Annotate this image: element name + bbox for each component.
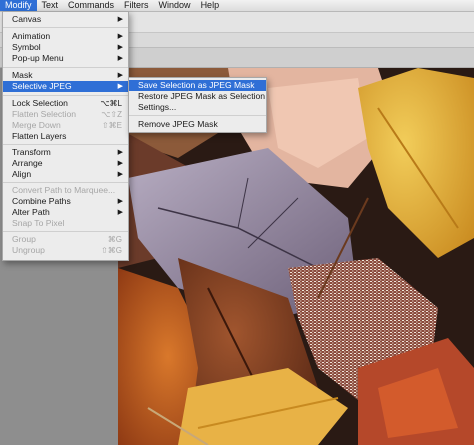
submenu-arrow-icon: ▶ xyxy=(117,149,123,156)
menu-item-label: Convert Path to Marquee... xyxy=(12,185,116,195)
menu-item-label: Snap To Pixel xyxy=(12,218,65,228)
submenu-arrow-icon: ▶ xyxy=(117,209,123,216)
menu-item-convert-path-to-marquee[interactable]: Convert Path to Marquee... xyxy=(3,185,128,196)
submenu-arrow-icon: ▶ xyxy=(117,16,123,23)
menu-item-alter-path[interactable]: Alter Path ▶ xyxy=(3,207,128,218)
menu-item-save-selection-as-jpeg-mask[interactable]: Save Selection as JPEG Mask xyxy=(129,80,266,91)
menu-item-label: Animation xyxy=(12,31,51,41)
menu-window[interactable]: Window xyxy=(154,0,196,11)
menu-item-label: Flatten Selection xyxy=(12,109,77,119)
menu-text[interactable]: Text xyxy=(37,0,64,11)
submenu-arrow-icon: ▶ xyxy=(117,160,123,167)
menu-separator xyxy=(3,231,128,232)
submenu-arrow-icon: ▶ xyxy=(117,55,123,62)
menu-item-label: Ungroup xyxy=(12,245,45,255)
menu-item-label: Mask xyxy=(12,70,33,80)
menu-item-selective-jpeg[interactable]: Selective JPEG ▶ xyxy=(3,81,128,92)
shortcut-label: ⌥⌘L xyxy=(100,99,122,108)
submenu-arrow-icon: ▶ xyxy=(117,198,123,205)
menu-item-popup-menu[interactable]: Pop-up Menu ▶ xyxy=(3,53,128,64)
menu-item-symbol[interactable]: Symbol ▶ xyxy=(3,42,128,53)
menu-item-label: Group xyxy=(12,234,36,244)
menu-item-label: Arrange xyxy=(12,158,43,168)
menu-separator xyxy=(3,95,128,96)
menu-item-label: Canvas xyxy=(12,14,42,24)
menu-filters[interactable]: Filters xyxy=(119,0,154,11)
menu-separator xyxy=(3,144,128,145)
menu-item-flatten-selection[interactable]: Flatten Selection ⌥⇧Z xyxy=(3,109,128,120)
menu-item-label: Combine Paths xyxy=(12,196,71,206)
menu-separator xyxy=(3,182,128,183)
menu-item-align[interactable]: Align ▶ xyxy=(3,169,128,180)
menu-item-group[interactable]: Group ⌘G xyxy=(3,234,128,245)
menu-item-label: Symbol xyxy=(12,42,41,52)
menu-item-label: Pop-up Menu xyxy=(12,53,64,63)
menu-item-label: Flatten Layers xyxy=(12,131,67,141)
menu-item-label: Lock Selection xyxy=(12,98,68,108)
submenu-arrow-icon: ▶ xyxy=(117,83,123,90)
menu-commands[interactable]: Commands xyxy=(63,0,119,11)
menu-separator xyxy=(3,67,128,68)
menu-item-canvas[interactable]: Canvas ▶ xyxy=(3,14,128,25)
menu-item-label: Save Selection as JPEG Mask xyxy=(138,80,255,90)
modify-menu: Canvas ▶ Animation ▶ Symbol ▶ Pop-up Menu ▶ … xyxy=(2,11,129,261)
submenu-arrow-icon: ▶ xyxy=(117,33,123,40)
menu-item-arrange[interactable]: Arrange ▶ xyxy=(3,158,128,169)
shortcut-label: ⇧⌘G xyxy=(101,246,122,255)
menu-item-label: Restore JPEG Mask as Selection xyxy=(138,91,266,101)
submenu-arrow-icon: ▶ xyxy=(117,171,123,178)
shortcut-label: ⇧⌘E xyxy=(101,121,122,130)
menu-item-animation[interactable]: Animation ▶ xyxy=(3,31,128,42)
menu-item-label: Merge Down xyxy=(12,120,61,130)
menu-item-flatten-layers[interactable]: Flatten Layers xyxy=(3,131,128,142)
menu-item-remove-jpeg-mask[interactable]: Remove JPEG Mask xyxy=(129,119,266,130)
menu-item-ungroup[interactable]: Ungroup ⇧⌘G xyxy=(3,245,128,256)
menu-item-transform[interactable]: Transform ▶ xyxy=(3,147,128,158)
menu-modify[interactable]: Modify xyxy=(0,0,37,11)
menu-item-label: Transform xyxy=(12,147,51,157)
menu-item-restore-jpeg-mask[interactable]: Restore JPEG Mask as Selection xyxy=(129,91,266,102)
menu-item-lock-selection[interactable]: Lock Selection ⌥⌘L xyxy=(3,98,128,109)
menu-item-label: Selective JPEG xyxy=(12,81,72,91)
menu-help[interactable]: Help xyxy=(196,0,225,11)
submenu-arrow-icon: ▶ xyxy=(117,72,123,79)
menu-item-label: Remove JPEG Mask xyxy=(138,119,218,129)
selective-jpeg-submenu: Save Selection as JPEG Mask Restore JPEG… xyxy=(128,77,267,133)
menu-separator xyxy=(3,27,128,28)
menu-item-combine-paths[interactable]: Combine Paths ▶ xyxy=(3,196,128,207)
menu-item-snap-to-pixel[interactable]: Snap To Pixel xyxy=(3,218,128,229)
menu-item-label: Align xyxy=(12,169,32,179)
menu-item-label: Settings... xyxy=(138,102,177,112)
menu-item-settings[interactable]: Settings... xyxy=(129,102,266,113)
menu-separator xyxy=(129,115,266,116)
menu-item-merge-down[interactable]: Merge Down ⇧⌘E xyxy=(3,120,128,131)
menu-item-label: Alter Path xyxy=(12,207,50,217)
shortcut-label: ⌘G xyxy=(107,235,122,244)
submenu-arrow-icon: ▶ xyxy=(117,44,123,51)
menu-item-mask[interactable]: Mask ▶ xyxy=(3,70,128,81)
shortcut-label: ⌥⇧Z xyxy=(101,110,122,119)
